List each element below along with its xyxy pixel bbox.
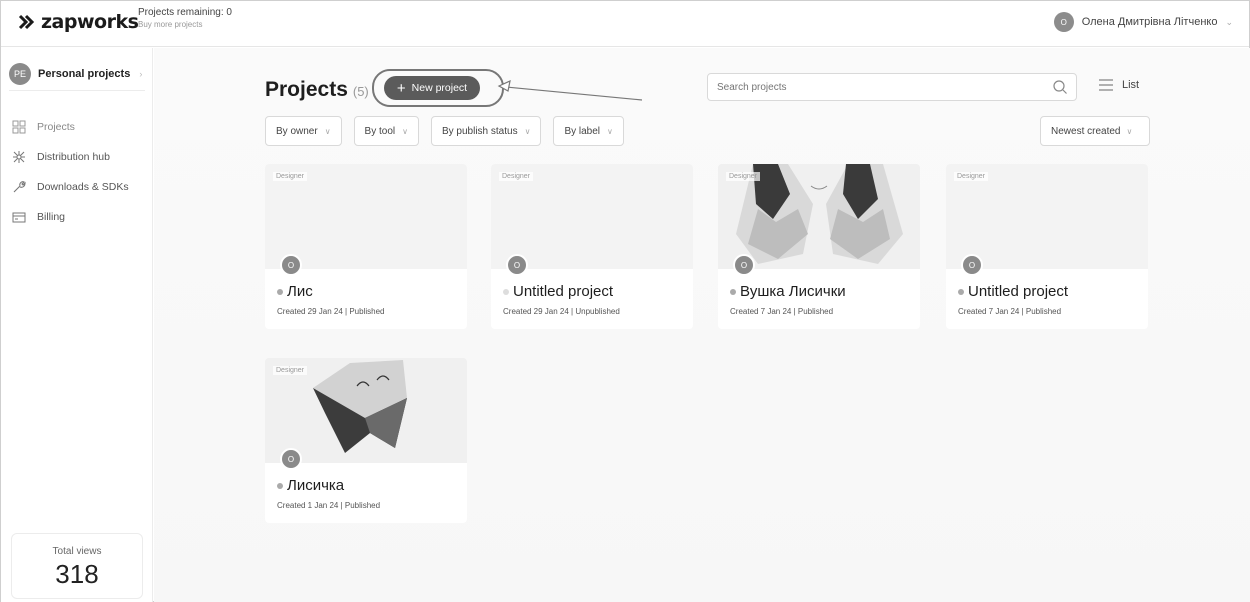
top-bar: zapworks Projects remaining: 0 Buy more … (1, 1, 1249, 47)
projects-remaining-text: Projects remaining: 0 (138, 7, 232, 18)
chevron-right-icon: › (139, 68, 143, 79)
page-title-text: Projects (265, 78, 348, 101)
sidebar-nav: Projects Distribution hub Downloads & SD… (11, 112, 129, 232)
sidebar-item-billing[interactable]: Billing (11, 202, 129, 232)
project-card[interactable]: Designer O Лис Created 29 Jan 24 | Publi… (265, 164, 467, 329)
total-views-label: Total views (52, 546, 102, 557)
project-name-text: Лисичка (287, 477, 345, 494)
project-card[interactable]: Designer O Untitled project Created 7 Ja… (946, 164, 1148, 329)
workspace-avatar: PE (9, 62, 31, 85)
filter-by-label[interactable]: By label ∨ (553, 116, 624, 146)
billing-icon (11, 209, 27, 225)
project-meta: Created 7 Jan 24 | Published (958, 307, 1062, 316)
search-input[interactable] (708, 74, 1028, 100)
new-project-label: New project (411, 82, 468, 94)
total-views-card: Total views 318 (11, 533, 143, 599)
project-meta: Created 29 Jan 24 | Published (277, 307, 385, 316)
filter-label: By owner (276, 125, 318, 137)
sidebar-item-distribution-hub[interactable]: Distribution hub (11, 142, 129, 172)
owner-avatar: O (961, 254, 983, 276)
zapworks-logo[interactable]: zapworks (17, 11, 139, 33)
sidebar-item-label: Distribution hub (37, 151, 110, 163)
tool-tag: Designer (499, 172, 534, 181)
wrench-icon (11, 179, 27, 195)
project-name: Лисичка (277, 477, 344, 494)
sidebar-item-label: Projects (37, 121, 75, 133)
list-view-toggle[interactable]: List (1098, 78, 1139, 92)
tool-tag: Designer (954, 172, 989, 181)
project-meta: Created 29 Jan 24 | Unpublished (503, 307, 620, 316)
project-meta: Created 7 Jan 24 | Published (730, 307, 834, 316)
sidebar-item-downloads[interactable]: Downloads & SDKs (11, 172, 129, 202)
status-dot (958, 288, 964, 295)
filter-label: By tool (364, 125, 396, 137)
chevron-down-icon: ∨ (402, 126, 408, 136)
project-name: Untitled project (958, 283, 1068, 300)
owner-avatar: O (506, 254, 528, 276)
sidebar-item-label: Downloads & SDKs (37, 181, 129, 193)
project-card[interactable]: Designer O Untitled project Created 29 J… (491, 164, 693, 329)
plus-icon: + (396, 79, 406, 97)
project-card[interactable]: Designer O Лисичка Created 1 Jan 24 | Pu… (265, 358, 467, 523)
chevron-down-icon: ∨ (324, 126, 331, 136)
buy-more-link[interactable]: Buy more projects (138, 20, 232, 29)
chevron-down-icon: ∨ (607, 126, 613, 136)
filter-bar: By owner ∨ By tool ∨ By publish status ∨ By… (265, 116, 624, 146)
filter-label: By label (564, 125, 601, 137)
owner-avatar: O (733, 254, 755, 276)
search-icon[interactable] (1052, 79, 1068, 95)
tool-tag: Designer (726, 172, 761, 181)
list-icon (1099, 79, 1113, 91)
project-name: Вушка Лисички (730, 283, 846, 300)
distribution-icon (11, 149, 27, 165)
project-meta: Created 1 Jan 24 | Published (277, 501, 381, 510)
filter-label: By publish status (441, 125, 518, 137)
project-name-text: Untitled project (513, 283, 614, 300)
project-name-text: Untitled project (968, 283, 1069, 300)
status-dot (277, 288, 283, 295)
tool-tag: Designer (273, 172, 308, 181)
main-content: Projects (5) + New project List By owner… (154, 48, 1250, 602)
status-dot (730, 288, 736, 295)
workspace-selector[interactable]: PE Personal projects › (9, 61, 145, 91)
project-name: Лис (277, 283, 313, 300)
sidebar: PE Personal projects › Projects Distribu… (1, 48, 153, 602)
owner-avatar: O (280, 448, 302, 470)
zap-logo-icon (18, 14, 35, 30)
project-count: (5) (352, 84, 369, 99)
logo-text: zapworks (41, 11, 139, 33)
project-name-text: Лис (287, 283, 313, 300)
filter-by-tool[interactable]: By tool ∨ (353, 116, 419, 146)
page-title: Projects (5) (265, 78, 369, 102)
tool-tag: Designer (273, 366, 308, 375)
chevron-down-icon: ∨ (524, 126, 531, 136)
app-window: zapworks Projects remaining: 0 Buy more … (0, 0, 1250, 602)
search-box[interactable] (707, 73, 1077, 101)
status-dot (503, 288, 509, 295)
owner-avatar: O (280, 254, 302, 276)
project-name: Untitled project (503, 283, 613, 300)
status-dot (277, 482, 283, 489)
workspace-label: Personal projects (38, 67, 131, 80)
new-project-button[interactable]: + New project (384, 76, 480, 100)
sort-label: Newest created (1051, 125, 1121, 137)
project-card[interactable]: Designer O Вушка Лисички Created 7 Jan 2… (718, 164, 920, 329)
projects-remaining: Projects remaining: 0 Buy more projects (138, 7, 232, 29)
annotation-arrow-icon (497, 79, 643, 101)
chevron-down-icon: ∨ (1126, 126, 1133, 136)
filter-by-owner[interactable]: By owner ∨ (265, 116, 342, 146)
sort-dropdown[interactable]: Newest created ∨ (1040, 116, 1150, 146)
user-avatar: O (1053, 12, 1074, 32)
sidebar-item-label: Billing (37, 211, 66, 223)
filter-by-publish-status[interactable]: By publish status ∨ (430, 116, 542, 146)
user-menu[interactable]: O Олена Дмитрівна Літченко ⌄ (1053, 12, 1233, 32)
list-label: List (1122, 79, 1140, 91)
project-name-text: Вушка Лисички (740, 283, 846, 300)
user-name: Олена Дмитрівна Літченко (1081, 16, 1218, 28)
sidebar-item-projects[interactable]: Projects (11, 112, 129, 142)
total-views-value: 318 (55, 559, 99, 589)
chevron-down-icon: ⌄ (1225, 16, 1233, 27)
grid-icon (11, 119, 27, 135)
